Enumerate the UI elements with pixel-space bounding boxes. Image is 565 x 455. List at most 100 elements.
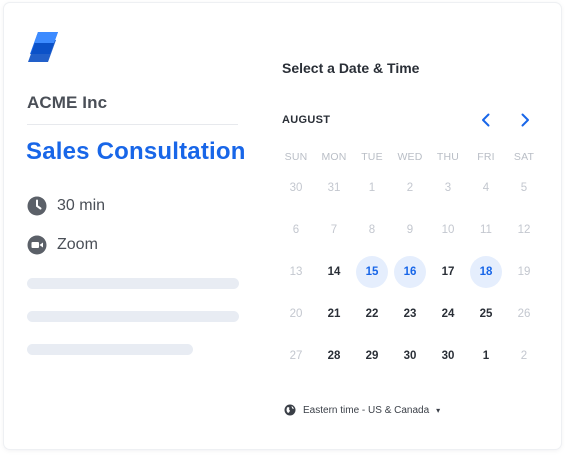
chevron-right-icon [521,113,529,127]
calendar-day-cell: 24 [429,293,467,335]
calendar-day: 2 [520,350,528,362]
calendar-day: 12 [517,224,531,236]
calendar-day-cell: 20 [277,293,315,335]
globe-icon [284,404,296,416]
chevron-down-icon: ▾ [436,405,441,415]
calendar-day: 30 [441,350,455,362]
calendar-day-cell: 27 [277,335,315,377]
event-title: Sales Consultation [26,138,246,165]
calendar-day: 24 [441,308,455,320]
calendar-day: 29 [365,350,379,362]
previous-month-button[interactable] [474,108,498,132]
weekday-label: TUE [361,151,383,163]
calendar-day: 17 [441,266,455,278]
calendar-day: 1 [482,350,490,362]
weekday-label: THU [436,151,460,163]
calendar-day: 21 [327,308,341,320]
calendar-day-cell: 15 [353,251,391,293]
calendar-day-cell: 17 [429,251,467,293]
calendar-day: 7 [330,224,338,236]
calendar-day-cell: 23 [391,293,429,335]
event-details-panel: ACME Inc Sales Consultation 30 min Zoom [4,3,264,449]
calendar-day-cell: 19 [505,251,543,293]
calendar-day: 27 [289,350,303,362]
calendar-day: 8 [368,224,376,236]
chevron-left-icon [482,113,490,127]
calendar-day: 25 [479,308,493,320]
calendar-day-cell: 26 [505,293,543,335]
calendar-day-cell: 1 [353,167,391,209]
weekday-label: SAT [513,151,535,163]
next-month-button[interactable] [513,108,537,132]
company-name: ACME Inc [27,93,108,112]
calendar-day-cell: 5 [505,167,543,209]
calendar-day-cell: 14 [315,251,353,293]
weekday-label: FRI [477,151,495,163]
timezone-selector[interactable]: Eastern time - US & Canada ▾ [284,404,440,416]
location-label: Zoom [57,236,98,253]
calendar-grid: 30 31 1 2 3 4 5 6 7 8 9 10 11 12 13 14 15 16 17 18 19 20 21 22 2… [277,167,543,377]
available-day-button[interactable]: 16 [394,256,426,288]
calendar-day: 1 [368,182,376,194]
event-duration: 30 min [27,196,105,216]
calendar-day-cell: 7 [315,209,353,251]
panel-heading: Select a Date & Time [282,60,420,76]
calendar-day-cell: 8 [353,209,391,251]
calendar-day-cell: 2 [391,167,429,209]
calendar-day: 5 [520,182,528,194]
calendar-day: 2 [406,182,414,194]
calendar-day: 26 [517,308,531,320]
calendar-day-cell: 21 [315,293,353,335]
duration-label: 30 min [57,197,106,214]
calendar-day-cell: 11 [467,209,505,251]
video-camera-icon [27,235,47,255]
calendar-day: 3 [444,182,452,194]
available-day-button[interactable]: 18 [470,256,502,288]
calendar-day-cell: 2 [505,335,543,377]
calendar-day-cell: 29 [353,335,391,377]
calendar-day-cell: 9 [391,209,429,251]
calendar-day-cell: 1 [467,335,505,377]
timezone-label: Eastern time - US & Canada [303,404,430,416]
calendar-day-cell: 16 [391,251,429,293]
calendar-day: 9 [406,224,414,236]
date-picker-panel: Select a Date & Time AUGUST SUN MON TUE … [266,3,561,449]
calendar-day: 6 [292,224,300,236]
calendar-day: 30 [403,350,417,362]
calendar-day: 30 [289,182,303,194]
loading-placeholder-line [27,311,239,322]
calendar-day: 28 [327,350,341,362]
calendar-day: 4 [482,182,490,194]
weekday-label: MON [321,151,347,163]
divider [27,124,238,125]
calendar-day: 14 [327,266,341,278]
calendar-day: 31 [327,182,341,194]
calendar-day: 22 [365,308,379,320]
calendar-day-cell: 10 [429,209,467,251]
calendar-day: 10 [441,224,455,236]
calendar-day-cell: 31 [315,167,353,209]
loading-placeholder-line [27,344,193,355]
stacked-layers-logo-icon [28,30,60,64]
calendar-day-cell: 4 [467,167,505,209]
scheduling-card: ACME Inc Sales Consultation 30 min Zoom … [4,3,561,449]
weekday-label: SUN [284,151,308,163]
calendar-day-cell: 6 [277,209,315,251]
calendar-day-cell: 12 [505,209,543,251]
calendar-day: 20 [289,308,303,320]
calendar-day: 19 [517,266,531,278]
weekday-header: SUN MON TUE WED THU FRI SAT [277,151,543,163]
calendar-day-cell: 28 [315,335,353,377]
calendar-day: 23 [403,308,417,320]
event-location: Zoom [27,235,98,255]
clock-icon [27,196,47,216]
calendar-day: 13 [289,266,303,278]
calendar-day-cell: 22 [353,293,391,335]
loading-placeholder-line [27,278,239,289]
month-label: AUGUST [282,114,331,126]
calendar-day-cell: 13 [277,251,315,293]
calendar-day-cell: 30 [429,335,467,377]
available-day-button[interactable]: 15 [356,256,388,288]
calendar-day-cell: 3 [429,167,467,209]
calendar-day: 11 [480,224,492,236]
